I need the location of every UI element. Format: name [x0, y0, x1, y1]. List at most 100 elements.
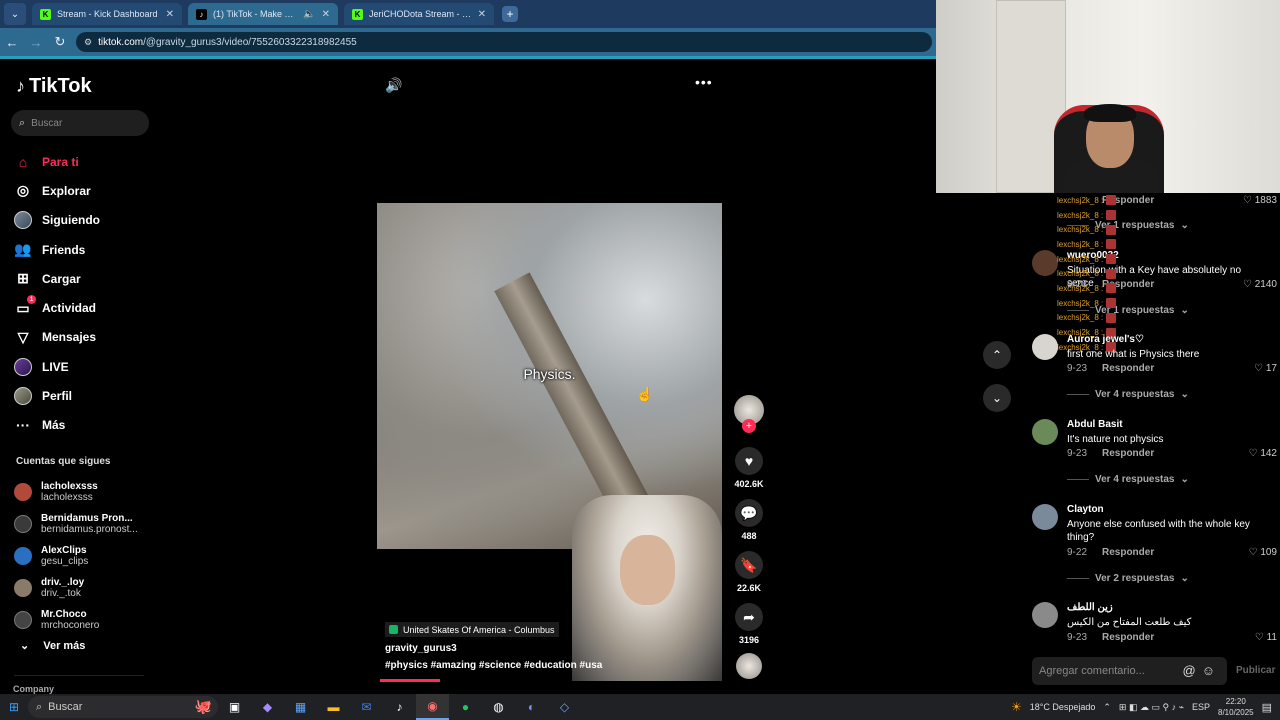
- previous-video-button[interactable]: ⌃: [983, 341, 1011, 369]
- follow-plus-icon[interactable]: +: [742, 419, 756, 433]
- comment-like[interactable]: ♡ 11: [1255, 632, 1277, 643]
- view-replies[interactable]: Ver 2 respuestas ⌄: [1067, 573, 1189, 584]
- nav-item-explorar[interactable]: ◎ Explorar: [14, 176, 100, 205]
- divider: [14, 675, 144, 676]
- chevron-up-icon[interactable]: ⌃: [1103, 702, 1111, 713]
- tray-icons[interactable]: ⊞ ◧ ☁ ▭ ⚲ ♪ ⌁: [1119, 702, 1184, 713]
- obs-icon[interactable]: ◍: [482, 694, 515, 720]
- store-icon[interactable]: ▦: [284, 694, 317, 720]
- like-button[interactable]: ♥: [735, 447, 763, 475]
- comment-button[interactable]: 💬: [735, 499, 763, 527]
- avatar[interactable]: [1032, 504, 1058, 530]
- language-indicator[interactable]: ESP: [1192, 702, 1210, 712]
- copilot-icon[interactable]: ◆: [251, 694, 284, 720]
- close-icon[interactable]: ✕: [166, 9, 174, 20]
- comment-author[interactable]: Abdul Basit: [1067, 419, 1123, 430]
- address-bar[interactable]: ⚙ tiktok.com/@gravity_gurus3/video/75526…: [76, 32, 932, 52]
- weather-text[interactable]: 18°C Despejado: [1030, 702, 1096, 712]
- chevron-down-icon: ⌄: [991, 391, 1003, 405]
- following-item[interactable]: Mr.Choco mrchoconero: [14, 604, 138, 636]
- volume-icon[interactable]: 🔊: [385, 77, 402, 94]
- nav-item-siguiendo[interactable]: Siguiendo: [14, 206, 100, 235]
- tiktok-logo[interactable]: ♪ TikTok: [16, 75, 92, 98]
- nav-item-mas[interactable]: ··· Más: [14, 411, 100, 440]
- profile-icon: [14, 387, 32, 406]
- location-tag[interactable]: United Skates Of America - Columbus: [385, 622, 559, 637]
- nav-item-mensajes[interactable]: ▽ Mensajes: [14, 323, 100, 352]
- windows-start-icon[interactable]: ⊞: [0, 700, 28, 714]
- following-item[interactable]: lacholexsss lacholexsss: [14, 476, 138, 508]
- comment-author[interactable]: Clayton: [1067, 504, 1104, 515]
- nav-item-friends[interactable]: 👥 Friends: [14, 235, 100, 264]
- back-icon[interactable]: ←: [0, 35, 24, 50]
- reload-icon[interactable]: ↻: [48, 34, 72, 50]
- nav-item-actividad[interactable]: ▭ 1 Actividad: [14, 293, 100, 322]
- comment-author[interactable]: زين اللطف: [1067, 602, 1113, 613]
- comment-input[interactable]: Agregar comentario... @☺: [1032, 657, 1227, 685]
- comment-like[interactable]: ♡ 142: [1249, 448, 1277, 459]
- comment-item: Aurora jewel's♡ first one what is Physic…: [1032, 334, 1277, 379]
- save-button[interactable]: 🔖: [735, 551, 763, 579]
- following-item[interactable]: driv._.loy driv._.tok: [14, 572, 138, 604]
- chrome-icon[interactable]: ◉: [416, 694, 449, 720]
- view-replies[interactable]: Ver 4 respuestas ⌄: [1067, 389, 1189, 400]
- nav-item-cargar[interactable]: ⊞ Cargar: [14, 264, 100, 293]
- share-button[interactable]: ➦: [735, 603, 763, 631]
- comment-like[interactable]: ♡ 109: [1249, 547, 1277, 558]
- more-options-icon[interactable]: •••: [695, 74, 713, 90]
- publish-button[interactable]: Publicar: [1236, 665, 1275, 676]
- browser-tab-tiktok[interactable]: ♪ (1) TikTok - Make Your Day 🔈 ✕: [188, 3, 338, 25]
- nav-item-live[interactable]: LIVE: [14, 352, 100, 381]
- avatar[interactable]: [1032, 250, 1058, 276]
- video-progress[interactable]: [380, 679, 440, 682]
- outlook-icon[interactable]: ✉: [350, 694, 383, 720]
- avatar[interactable]: [1032, 419, 1058, 445]
- close-icon[interactable]: ✕: [478, 9, 486, 20]
- forward-icon[interactable]: →: [24, 35, 48, 50]
- reply-button[interactable]: Responder: [1102, 448, 1154, 459]
- video-hashtags[interactable]: #physics #amazing #science #education #u…: [385, 660, 602, 671]
- next-video-button[interactable]: ⌄: [983, 384, 1011, 412]
- notifications-icon[interactable]: ▤: [1262, 701, 1272, 714]
- tab-menu-button[interactable]: ⌄: [4, 3, 26, 25]
- avatar[interactable]: [1032, 602, 1058, 628]
- following-item[interactable]: AlexClips gesu_clips: [14, 540, 138, 572]
- app-icon[interactable]: ◇: [548, 694, 581, 720]
- video-username[interactable]: gravity_gurus3: [385, 643, 457, 654]
- comment-like[interactable]: ♡ 2140: [1243, 279, 1277, 290]
- file-explorer-icon[interactable]: ▬: [317, 694, 350, 720]
- browser-tab-kick-dashboard[interactable]: K Stream - Kick Dashboard ✕: [32, 3, 182, 25]
- reply-button[interactable]: Responder: [1102, 363, 1154, 374]
- clock[interactable]: 22:20 8/10/2025: [1218, 696, 1254, 718]
- mention-icon[interactable]: @: [1183, 663, 1202, 678]
- close-icon[interactable]: ✕: [322, 9, 330, 20]
- music-disc-avatar[interactable]: [736, 653, 762, 679]
- comment-author[interactable]: Aurora jewel's♡: [1067, 334, 1144, 345]
- avatar[interactable]: [1032, 334, 1058, 360]
- reply-button[interactable]: Responder: [1102, 632, 1154, 643]
- creator-avatar[interactable]: +: [734, 395, 764, 433]
- nav-item-para-ti[interactable]: ⌂ Para ti: [14, 147, 100, 176]
- task-view-icon[interactable]: ▣: [218, 694, 251, 720]
- company-link[interactable]: Company: [13, 684, 54, 694]
- view-replies[interactable]: Ver 4 respuestas ⌄: [1067, 474, 1189, 485]
- nav-item-perfil[interactable]: Perfil: [14, 381, 100, 410]
- browser-tab-jerichodota[interactable]: K JeriCHODota Stream - Watch L ✕: [344, 3, 494, 25]
- site-info-icon[interactable]: ⚙: [84, 37, 92, 48]
- emoji-icon[interactable]: ☺: [1202, 663, 1221, 678]
- following-list: lacholexsss lacholexsss Bernidamus Pron..…: [14, 476, 138, 636]
- emote-icon: [1106, 224, 1117, 235]
- reply-button[interactable]: Responder: [1102, 547, 1154, 558]
- see-more-button[interactable]: ⌄ Ver más: [20, 639, 85, 653]
- comment-like[interactable]: ♡ 1883: [1243, 195, 1277, 206]
- search-input[interactable]: ⌕ Buscar: [11, 110, 149, 136]
- following-item[interactable]: Bernidamus Pron... bernidamus.pronost...: [14, 508, 138, 540]
- discord-icon[interactable]: ◐: [515, 694, 548, 720]
- speaker-icon[interactable]: 🔈: [303, 9, 315, 20]
- comment-like[interactable]: ♡ 17: [1254, 363, 1277, 374]
- new-tab-button[interactable]: +: [502, 6, 518, 22]
- spotify-icon[interactable]: ●: [449, 694, 482, 720]
- octopus-icon: 🐙: [194, 698, 212, 714]
- tiktok-app-icon[interactable]: ♪: [383, 694, 416, 720]
- taskbar-search[interactable]: ⌕ Buscar 🐙: [28, 696, 218, 718]
